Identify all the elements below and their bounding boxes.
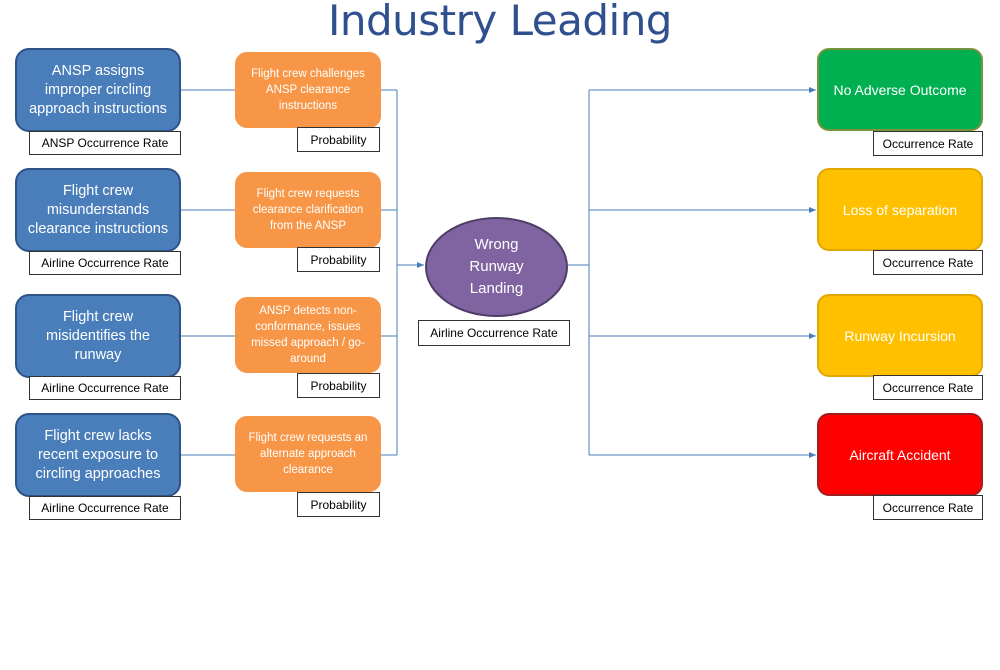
- barrier-probability-label-3: Probability: [297, 373, 380, 398]
- top-event-node[interactable]: Wrong Runway Landing: [425, 217, 568, 317]
- barrier-node-1[interactable]: Flight crew challenges ANSP clearance in…: [235, 52, 381, 128]
- cause-node-2[interactable]: Flight crew misunderstands clearance ins…: [15, 168, 181, 252]
- cause-node-1[interactable]: ANSP assigns improper circling approach …: [15, 48, 181, 132]
- outcome-rate-label-1: Occurrence Rate: [873, 131, 983, 156]
- barrier-probability-label-1: Probability: [297, 127, 380, 152]
- outcome-node-aircraft-accident[interactable]: Aircraft Accident: [817, 413, 983, 496]
- cause-rate-label-4: Airline Occurrence Rate: [29, 496, 181, 520]
- outcome-text: Aircraft Accident: [849, 446, 951, 463]
- cause-text: Flight crew misidentifies the runway: [46, 308, 150, 363]
- barrier-probability-label-4: Probability: [297, 492, 380, 517]
- barrier-text: Flight crew requests clearance clarifica…: [252, 188, 364, 232]
- cause-node-3[interactable]: Flight crew misidentifies the runway: [15, 294, 181, 378]
- outcome-node-no-adverse[interactable]: No Adverse Outcome: [817, 48, 983, 131]
- outcome-rate-label-3: Occurrence Rate: [873, 375, 983, 400]
- outcome-rate-label-4: Occurrence Rate: [873, 495, 983, 520]
- cause-text: Flight crew lacks recent exposure to cir…: [35, 427, 161, 482]
- barrier-text: Flight crew requests an alternate approa…: [248, 432, 368, 476]
- barrier-text: Flight crew challenges ANSP clearance in…: [251, 68, 365, 112]
- cause-rate-label-3: Airline Occurrence Rate: [29, 376, 181, 400]
- cause-text: ANSP assigns improper circling approach …: [29, 62, 167, 117]
- outcome-text: Runway Incursion: [844, 327, 956, 344]
- top-event-rate-label: Airline Occurrence Rate: [418, 320, 570, 346]
- cause-rate-label-1: ANSP Occurrence Rate: [29, 131, 181, 155]
- outcome-rate-label-2: Occurrence Rate: [873, 250, 983, 275]
- cause-text: Flight crew misunderstands clearance ins…: [27, 182, 169, 237]
- outcome-node-runway-incursion[interactable]: Runway Incursion: [817, 294, 983, 377]
- outcome-text: No Adverse Outcome: [833, 81, 967, 98]
- cause-rate-label-2: Airline Occurrence Rate: [29, 251, 181, 275]
- barrier-probability-label-2: Probability: [297, 247, 380, 272]
- barrier-node-2[interactable]: Flight crew requests clearance clarifica…: [235, 172, 381, 248]
- barrier-node-3[interactable]: ANSP detects non-conformance, issues mis…: [235, 297, 381, 373]
- outcome-node-loss-of-separation[interactable]: Loss of separation: [817, 168, 983, 251]
- top-event-text: Wrong Runway Landing: [469, 236, 524, 297]
- barrier-text: ANSP detects non-conformance, issues mis…: [251, 305, 365, 365]
- outcome-text: Loss of separation: [842, 201, 958, 218]
- barrier-node-4[interactable]: Flight crew requests an alternate approa…: [235, 416, 381, 492]
- cause-node-4[interactable]: Flight crew lacks recent exposure to cir…: [15, 413, 181, 497]
